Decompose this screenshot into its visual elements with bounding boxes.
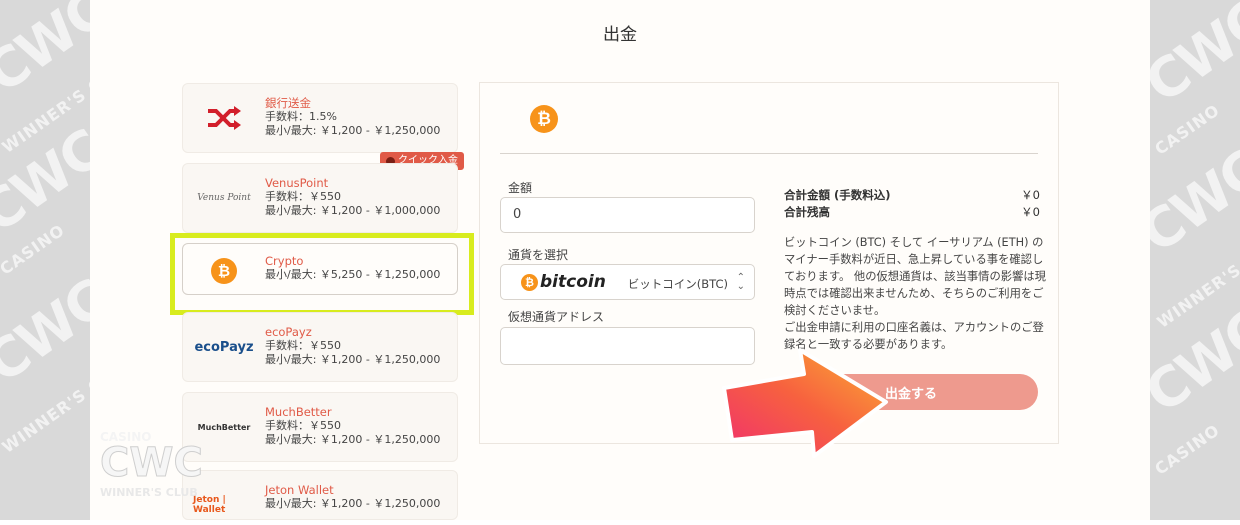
watermark-brand: CWC [0,267,90,396]
watermark-winners-club: WINNER'S CLUB [100,486,198,499]
method-name: 銀行送金 [265,96,311,110]
left-watermark-band: CWC WINNER'S CLUB CWC CASINO CWC WINNER'… [0,0,90,520]
method-name: Jeton Wallet [265,483,334,497]
selection-highlight [170,233,474,315]
balance-row: 合計残高 ￥0 [784,204,1040,220]
ecopayz-logo: ecoPayz [194,339,254,355]
balance-value: ￥0 [1021,205,1040,219]
method-limit: 最小/最大: ￥1,200 - ￥1,250,000 [265,433,441,446]
method-limit: 最小/最大: ￥1,200 - ￥1,250,000 [265,497,441,510]
venus-point-logo: Venus Point [197,193,251,203]
currency-selected: ビットコイン(BTC) [627,277,728,291]
method-name: VenusPoint [265,176,329,190]
method-limit: 最小/最大: ￥1,200 - ￥1,250,000 [265,124,441,137]
bitcoin-wordmark: ₿ bitcoin [521,272,606,292]
method-name: ecoPayz [265,325,312,339]
method-fee: 手数料：￥550 [265,339,341,352]
currency-select[interactable]: ₿ bitcoin ビットコイン(BTC) ⌃ ⌄ [500,264,755,300]
currency-label: 通貨を選択 [508,248,569,262]
method-limit: 最小/最大: ￥1,200 - ￥1,250,000 [265,353,441,366]
method-bank-transfer[interactable]: 銀行送金 手数料：1.5% 最小/最大: ￥1,200 - ￥1,250,000 [182,83,458,153]
bitcoin-icon: ₿ [530,105,558,133]
amount-label: 金額 [508,181,533,195]
method-fee: 手数料：￥550 [265,419,341,432]
watermark-text: CASINO [1151,100,1224,159]
fee-notice: ビットコイン (BTC) そして イーサリアム (ETH) のマイナー手数料が近… [784,234,1046,353]
method-fee: 手数料：￥550 [265,190,341,203]
watermark-brand: CWC [1150,0,1240,116]
balance-label: 合計残高 [784,205,830,219]
jeton-logo: Jeton | Wallet [193,495,226,515]
right-watermark-band: CWC CASINO CWC WINNER'S CLUB CWC CASINO [1150,0,1240,520]
withdraw-page: 出金 銀行送金 手数料：1.5% 最小/最大: ￥1,200 - ￥1,250,… [90,0,1150,520]
total-value: ￥0 [1021,188,1040,202]
address-label: 仮想通貨アドレス [508,310,605,324]
select-arrows-icon: ⌃ ⌄ [736,272,745,292]
divider [500,153,1038,154]
method-fee: 手数料：1.5% [265,110,337,123]
pointer-arrow-icon [718,344,890,466]
crypto-address-input[interactable] [500,327,755,365]
watermark-text: CASINO [1151,420,1224,479]
bitcoin-icon: ₿ [521,273,538,291]
method-venuspoint[interactable]: Venus Point VenusPoint 手数料：￥550 最小/最大: ￥… [182,163,458,233]
notice-text-1: ビットコイン (BTC) そして イーサリアム (ETH) のマイナー手数料が近… [784,236,1046,317]
total-amount-row: 合計金額 (手数料込) ￥0 [784,187,1040,203]
page-title: 出金 [603,25,637,45]
method-limit: 最小/最大: ￥1,200 - ￥1,000,000 [265,204,441,217]
watermark-logo: CWC [100,440,204,487]
method-muchbetter[interactable]: MuchBetter MuchBetter 手数料：￥550 最小/最大: ￥1… [182,392,458,462]
method-jeton-wallet[interactable]: Jeton | Wallet Jeton Wallet 最小/最大: ￥1,20… [182,470,458,520]
amount-input[interactable]: 0 [500,197,755,233]
total-label: 合計金額 (手数料込) [784,188,891,202]
method-name: MuchBetter [265,405,332,419]
shuffle-icon [193,98,255,138]
amount-value: 0 [513,207,522,222]
method-ecopayz[interactable]: ecoPayz ecoPayz 手数料：￥550 最小/最大: ￥1,200 -… [182,312,458,382]
